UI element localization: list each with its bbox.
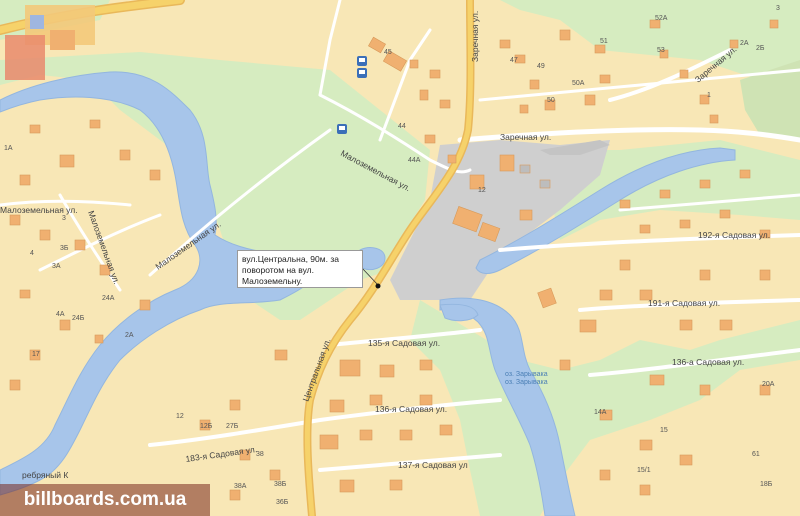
svg-text:44А: 44А [408, 157, 421, 164]
svg-text:12: 12 [478, 187, 486, 194]
svg-text:51: 51 [600, 38, 608, 45]
svg-text:24Б: 24Б [72, 315, 85, 322]
lake-label: оз. Зарывака [505, 379, 548, 386]
svg-text:61: 61 [752, 451, 760, 458]
svg-text:12: 12 [176, 413, 184, 420]
svg-text:4А: 4А [56, 311, 65, 318]
callout-line: вул.Центральна, 90м. за [242, 254, 339, 264]
street-label-sadovaya-191: 191-я Садовая ул. [648, 298, 720, 308]
svg-text:53: 53 [657, 47, 665, 54]
lake-label: оз. Зарывака [505, 371, 548, 378]
svg-text:3: 3 [776, 5, 780, 12]
svg-text:45: 45 [384, 49, 392, 56]
svg-text:50А: 50А [572, 80, 585, 87]
billboard-location-marker[interactable] [375, 283, 381, 289]
svg-text:1А: 1А [4, 145, 13, 152]
svg-text:44: 44 [398, 123, 406, 130]
street-label-sadovaya-192: 192-я Садовая ул. [698, 230, 770, 240]
street-label-malozemelnaya-west: Малоземельная ул. [0, 205, 78, 215]
svg-text:50: 50 [547, 97, 555, 104]
corner-logo [5, 5, 95, 80]
street-label-sadovaya-137: 137-я Садовая ул [398, 460, 468, 470]
svg-text:2А: 2А [740, 40, 749, 47]
watermark: billboards.com.ua [0, 484, 210, 516]
street-label-sadovaya-136: 136-я Садовая ул. [375, 404, 447, 414]
svg-text:15: 15 [660, 427, 668, 434]
callout-line: поворотом на вул. Малоземельну. [242, 265, 314, 286]
bus-stop-icon[interactable] [357, 68, 367, 78]
svg-text:15/1: 15/1 [637, 467, 651, 474]
svg-text:4: 4 [30, 250, 34, 257]
bus-stop-icon[interactable] [337, 124, 347, 134]
svg-text:2А: 2А [125, 332, 134, 339]
svg-text:38: 38 [256, 451, 264, 458]
svg-text:18Б: 18Б [760, 481, 773, 488]
street-label-sadovaya-135: 135-я Садовая ул. [368, 338, 440, 348]
svg-text:47: 47 [510, 57, 518, 64]
svg-text:38Б: 38Б [274, 481, 287, 488]
svg-text:24А: 24А [102, 295, 115, 302]
bus-stop-icon[interactable] [357, 56, 367, 66]
svg-text:38А: 38А [234, 483, 247, 490]
svg-text:17: 17 [32, 351, 40, 358]
svg-text:3: 3 [62, 215, 66, 222]
street-label-zarechnaya: Заречная ул. [500, 132, 551, 142]
svg-text:20А: 20А [762, 381, 775, 388]
map-view[interactable]: Заречная ул. Заречная ул. Заречная ул. М… [0, 0, 800, 516]
svg-text:14А: 14А [594, 409, 607, 416]
svg-text:3Б: 3Б [60, 245, 69, 252]
svg-text:52А: 52А [655, 15, 668, 22]
svg-text:27Б: 27Б [226, 423, 239, 430]
svg-text:49: 49 [537, 63, 545, 70]
billboard-callout[interactable]: вул.Центральна, 90м. за поворотом на вул… [237, 250, 363, 288]
svg-text:2Б: 2Б [756, 45, 765, 52]
svg-text:1: 1 [707, 92, 711, 99]
street-label-zarechnaya-vertical: Заречная ул. [470, 11, 480, 62]
svg-text:12Б: 12Б [200, 423, 213, 430]
map-canvas[interactable]: Заречная ул. Заречная ул. Заречная ул. М… [0, 0, 800, 516]
street-label-sadovaya-136a: 136-а Садовая ул. [672, 357, 744, 367]
street-label-serebryany: ребряный К [22, 470, 68, 480]
svg-text:36Б: 36Б [276, 499, 289, 506]
svg-text:3А: 3А [52, 263, 61, 270]
